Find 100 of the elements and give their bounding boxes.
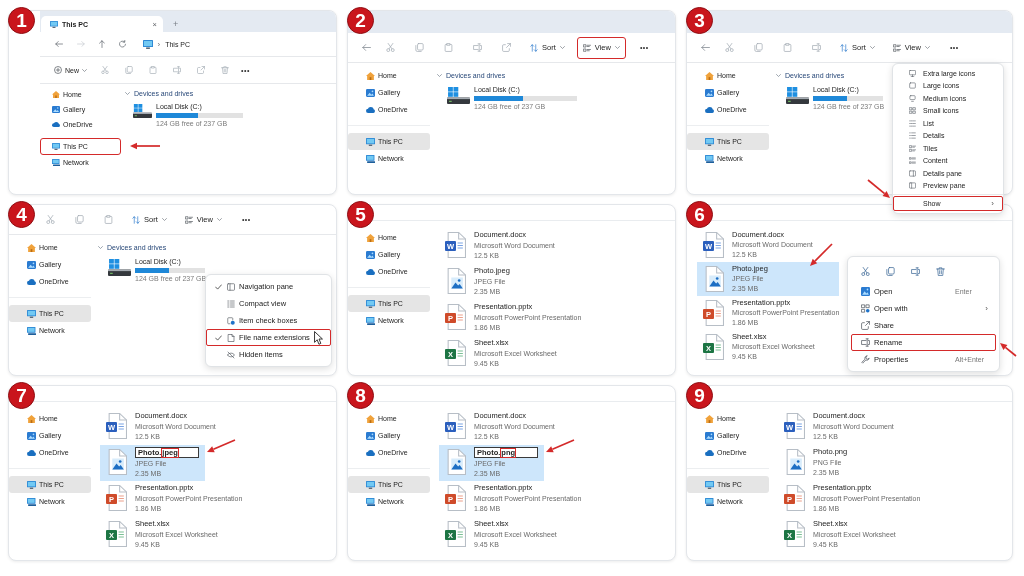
wrench-icon xyxy=(861,355,870,364)
forward-arrow-icon[interactable] xyxy=(77,41,85,47)
image-file-icon xyxy=(445,449,466,475)
monitor-icon xyxy=(909,69,916,77)
home-icon xyxy=(27,243,36,252)
drive-icon[interactable] xyxy=(447,87,470,104)
computer-icon xyxy=(142,39,153,49)
sort-arrows-icon xyxy=(132,215,140,224)
picture-icon xyxy=(861,287,870,296)
scissors-icon[interactable] xyxy=(861,267,870,276)
tiles-icon xyxy=(582,43,591,52)
scissors-icon[interactable] xyxy=(386,43,395,52)
home-icon xyxy=(705,414,714,423)
clipboard-icon[interactable] xyxy=(783,43,792,52)
cloud-icon xyxy=(366,449,375,456)
path-separator: › xyxy=(157,39,161,49)
picture-icon xyxy=(27,431,36,440)
compact-list-icon xyxy=(227,299,235,308)
computer-icon xyxy=(27,309,36,318)
cloud-icon xyxy=(366,106,375,113)
document-outline-icon xyxy=(227,333,235,342)
network-icon xyxy=(27,497,36,506)
grid-icon xyxy=(909,107,916,115)
back-arrow-icon[interactable] xyxy=(701,44,710,51)
computer-icon xyxy=(705,137,714,146)
back-arrow-icon[interactable] xyxy=(362,44,371,51)
text-box-icon[interactable] xyxy=(911,267,920,276)
image-file-icon xyxy=(784,449,805,475)
chevron-down-icon xyxy=(82,68,87,72)
drive-icon[interactable] xyxy=(786,87,809,104)
chevron-down-icon xyxy=(559,46,565,49)
pane-icon xyxy=(909,182,916,190)
text-box-icon[interactable] xyxy=(473,43,482,52)
chevron-down-icon xyxy=(614,46,620,49)
chevron-down-icon xyxy=(869,46,875,49)
picture-icon xyxy=(366,250,375,259)
copy-icon[interactable] xyxy=(75,215,84,224)
chevron-down-icon xyxy=(924,46,930,49)
text-box-icon[interactable] xyxy=(173,66,181,74)
clipboard-icon[interactable] xyxy=(104,215,113,224)
home-icon xyxy=(705,71,714,80)
share-icon[interactable] xyxy=(197,66,205,74)
tiles-icon xyxy=(909,144,916,152)
plus-circle-icon xyxy=(54,66,62,74)
home-icon xyxy=(366,414,375,423)
copy-icon[interactable] xyxy=(415,43,424,52)
checkbox-icon xyxy=(227,316,235,325)
home-icon xyxy=(27,414,36,423)
trash-icon[interactable] xyxy=(936,267,945,276)
picture-icon xyxy=(705,431,714,440)
scissors-icon[interactable] xyxy=(725,43,734,52)
refresh-icon[interactable] xyxy=(119,40,127,48)
image-file-icon xyxy=(703,266,724,292)
home-icon xyxy=(52,91,60,98)
copy-icon[interactable] xyxy=(125,66,133,74)
clipboard-icon[interactable] xyxy=(444,43,453,52)
share-icon xyxy=(861,321,870,330)
computer-icon xyxy=(366,299,375,308)
clipboard-icon[interactable] xyxy=(149,66,157,74)
computer-icon xyxy=(52,143,60,150)
scissors-icon[interactable] xyxy=(101,66,109,74)
text-box-icon[interactable] xyxy=(812,43,821,52)
computer-icon xyxy=(27,480,36,489)
share-icon[interactable] xyxy=(502,43,511,52)
content-list-icon xyxy=(909,157,916,165)
scissors-icon[interactable] xyxy=(46,215,55,224)
home-icon xyxy=(366,71,375,80)
tiles-icon xyxy=(184,215,193,224)
network-icon xyxy=(705,154,714,163)
network-icon xyxy=(52,159,60,166)
cloud-icon xyxy=(27,278,36,285)
submenu-chevron: › xyxy=(991,199,994,208)
network-icon xyxy=(366,154,375,163)
cloud-icon xyxy=(705,449,714,456)
chevron-down-icon xyxy=(161,218,167,221)
pane-icon xyxy=(909,169,916,177)
eye-slash-icon xyxy=(227,350,235,359)
tiles-icon xyxy=(892,43,901,52)
drive-icon[interactable] xyxy=(133,104,152,118)
copy-icon[interactable] xyxy=(754,43,763,52)
app-grid-icon xyxy=(861,304,870,313)
sort-arrows-icon xyxy=(840,43,848,52)
drive-icon[interactable] xyxy=(108,259,131,276)
submenu-chevron: › xyxy=(985,304,988,313)
cloud-icon xyxy=(705,106,714,113)
cloud-icon xyxy=(366,268,375,275)
list-icon xyxy=(909,119,916,127)
copy-icon[interactable] xyxy=(886,267,895,276)
picture-icon xyxy=(52,106,60,113)
up-arrow-icon[interactable] xyxy=(99,40,105,48)
network-icon xyxy=(705,497,714,506)
sidebar-pane-icon xyxy=(227,282,235,291)
image-file-icon xyxy=(106,449,127,475)
cloud-icon xyxy=(27,449,36,456)
image-file-icon xyxy=(445,268,466,294)
picture-icon xyxy=(366,431,375,440)
details-list-icon xyxy=(909,132,916,140)
picture-icon xyxy=(27,260,36,269)
back-arrow-icon[interactable] xyxy=(55,41,63,47)
trash-icon[interactable] xyxy=(221,66,229,74)
